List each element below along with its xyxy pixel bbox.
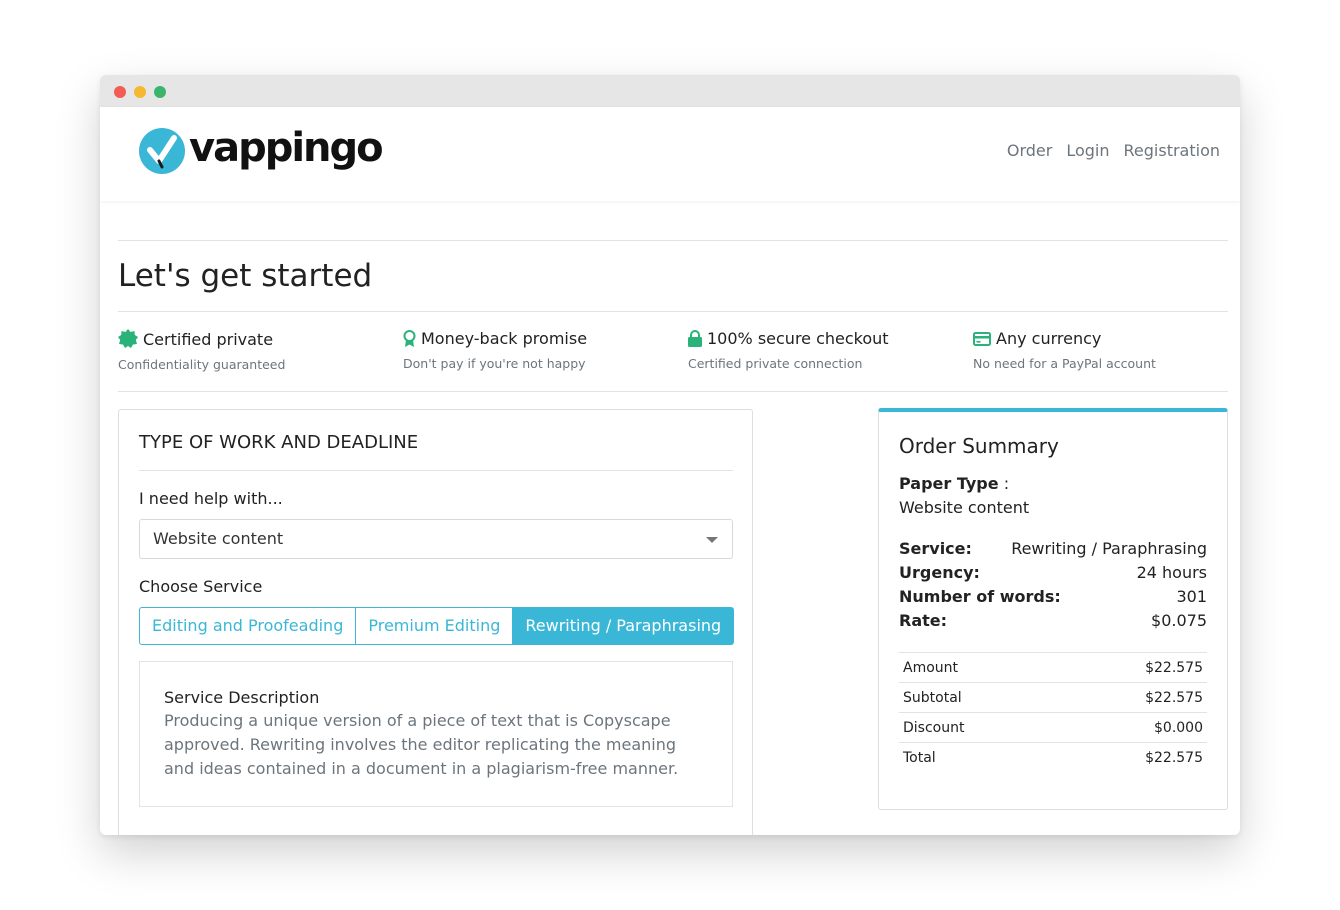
service-button-group: Editing and Proofeading Premium Editing … <box>139 607 735 645</box>
service-premium-editing-button[interactable]: Premium Editing <box>356 607 514 645</box>
card-heading: TYPE OF WORK AND DEADLINE <box>139 432 419 453</box>
summary-value: $0.075 <box>1151 611 1207 630</box>
summary-value: 301 <box>1176 587 1207 606</box>
help-with-label: I need help with... <box>139 489 283 508</box>
credit-card-icon <box>973 331 991 346</box>
maximize-window-button[interactable] <box>154 86 166 98</box>
divider <box>139 470 733 471</box>
order-summary-title: Order Summary <box>899 434 1059 458</box>
totals-value: $22.575 <box>1145 689 1203 706</box>
totals-label: Discount <box>903 719 965 736</box>
summary-row: Urgency: 24 hours <box>899 563 1207 582</box>
totals-row: Total $22.575 <box>899 743 1207 773</box>
feature-secure-checkout: 100% secure checkout Certified private c… <box>688 329 968 371</box>
browser-window: vappingo Order Login Registration Let's … <box>100 75 1240 835</box>
main-nav: Order Login Registration <box>1007 141 1220 160</box>
nav-login-link[interactable]: Login <box>1066 141 1109 160</box>
totals-value: $0.000 <box>1154 719 1203 736</box>
close-window-button[interactable] <box>114 86 126 98</box>
award-ribbon-icon <box>403 329 416 347</box>
feature-title: Any currency <box>996 329 1102 348</box>
totals-table: Amount $22.575 Subtotal $22.575 Discount… <box>899 652 1207 773</box>
feature-subtitle: No need for a PayPal account <box>973 356 1156 371</box>
checkmark-badge-icon <box>139 128 185 174</box>
summary-value: Rewriting / Paraphrasing <box>1011 539 1207 558</box>
certified-badge-icon <box>118 329 138 348</box>
feature-subtitle: Certified private connection <box>688 356 863 371</box>
divider <box>118 391 1228 392</box>
totals-value: $22.575 <box>1145 750 1203 766</box>
totals-row: Discount $0.000 <box>899 713 1207 743</box>
totals-label: Total <box>903 750 936 766</box>
totals-label: Amount <box>903 659 959 676</box>
brand-logo[interactable]: vappingo <box>138 125 384 175</box>
choose-service-label: Choose Service <box>139 577 263 596</box>
nav-order-link[interactable]: Order <box>1007 141 1052 160</box>
summary-row: Number of words: 301 <box>899 587 1207 606</box>
feature-money-back: Money-back promise Don't pay if you're n… <box>403 329 683 371</box>
page-title: Let's get started <box>118 258 373 294</box>
summary-row: Service: Rewriting / Paraphrasing <box>899 539 1207 558</box>
totals-label: Subtotal <box>903 689 962 706</box>
paper-type-label-text: Paper Type <box>899 474 999 493</box>
paper-type-select[interactable]: Website content <box>139 519 733 559</box>
summary-row: Rate: $0.075 <box>899 611 1207 630</box>
brand-name: vappingo <box>189 125 384 171</box>
lock-icon <box>688 330 702 347</box>
work-type-card: TYPE OF WORK AND DEADLINE I need help wi… <box>118 409 753 835</box>
service-description-text: Producing a unique version of a piece of… <box>164 711 679 778</box>
window-titlebar <box>100 75 1240 107</box>
minimize-window-button[interactable] <box>134 86 146 98</box>
service-description-box: Service Description Producing a unique v… <box>139 661 733 807</box>
feature-subtitle: Confidentiality guaranteed <box>118 357 286 372</box>
feature-any-currency: Any currency No need for a PayPal accoun… <box>973 329 1240 371</box>
feature-subtitle: Don't pay if you're not happy <box>403 356 586 371</box>
service-description-title: Service Description <box>164 688 320 707</box>
paper-type-value: Website content <box>899 498 1030 517</box>
summary-label: Service: <box>899 539 972 558</box>
totals-row: Subtotal $22.575 <box>899 683 1207 713</box>
totals-row: Amount $22.575 <box>899 653 1207 683</box>
summary-label: Number of words: <box>899 587 1061 606</box>
summary-value: 24 hours <box>1136 563 1207 582</box>
paper-type-selected-value: Website content <box>153 529 284 548</box>
order-summary-card: Order Summary Paper Type : Website conte… <box>878 408 1228 810</box>
paper-type-label: Paper Type : <box>899 474 1009 493</box>
summary-label: Urgency: <box>899 563 980 582</box>
totals-value: $22.575 <box>1145 659 1203 676</box>
feature-title: 100% secure checkout <box>707 329 889 348</box>
feature-title: Money-back promise <box>421 329 588 348</box>
divider <box>118 311 1228 312</box>
chevron-down-icon <box>706 537 718 543</box>
service-rewriting-button[interactable]: Rewriting / Paraphrasing <box>513 607 735 645</box>
feature-certified-private: Certified private Confidentiality guaran… <box>118 329 398 372</box>
paper-type-separator: : <box>998 474 1010 493</box>
divider <box>118 240 1228 241</box>
summary-label: Rate: <box>899 611 948 630</box>
feature-title: Certified private <box>143 329 274 349</box>
nav-registration-link[interactable]: Registration <box>1124 141 1220 160</box>
service-editing-proofreading-button[interactable]: Editing and Proofeading <box>139 607 357 645</box>
site-header: vappingo Order Login Registration <box>100 107 1240 201</box>
